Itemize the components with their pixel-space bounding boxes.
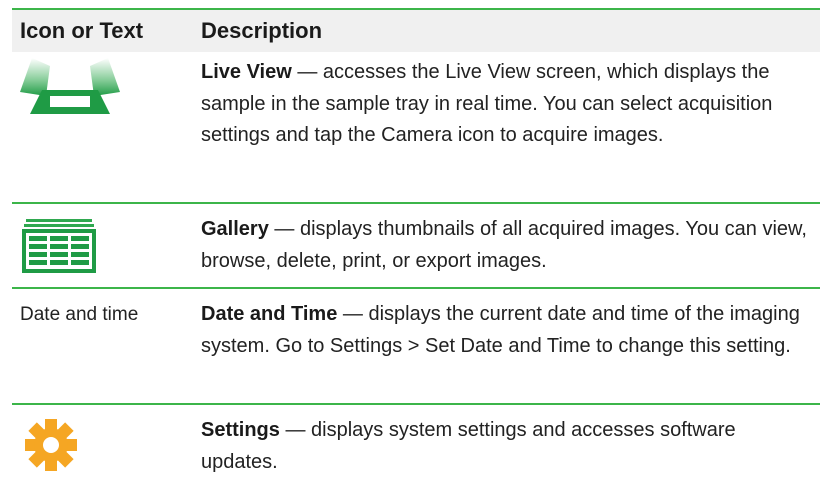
row-divider <box>12 403 820 405</box>
header-icon-or-text: Icon or Text <box>20 18 144 43</box>
row-title-live-view: Live View <box>201 61 292 83</box>
date-and-time-label: Date and time <box>20 304 139 325</box>
row-title-settings: Settings <box>201 419 280 441</box>
row-settings-description: Settings — displays system settings and … <box>201 419 736 473</box>
row-divider <box>12 287 820 289</box>
row-date-time-description: Date and Time — displays the current dat… <box>201 303 800 357</box>
gear-icon <box>24 418 78 477</box>
gallery-icon <box>20 219 100 280</box>
live-view-icon <box>20 56 120 123</box>
row-live-view-description: Live View — accesses the Live View scree… <box>201 61 773 146</box>
row-divider <box>12 202 820 204</box>
row-title-date-time: Date and Time <box>201 303 338 325</box>
row-title-gallery: Gallery <box>201 218 269 240</box>
header-description: Description <box>201 18 323 43</box>
row-gallery-description: Gallery — displays thumbnails of all acq… <box>201 218 807 272</box>
